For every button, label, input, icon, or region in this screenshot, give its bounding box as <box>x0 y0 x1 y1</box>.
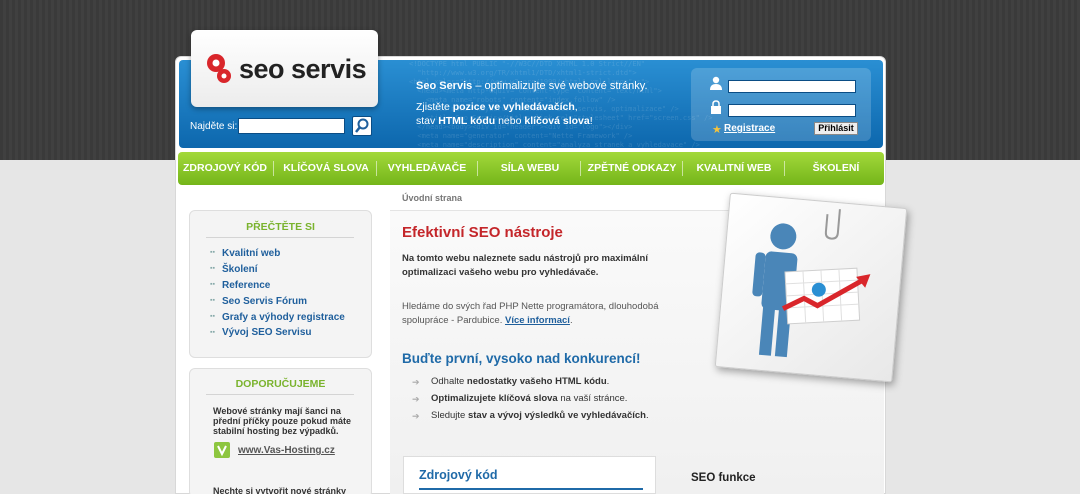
subtagline-part: ! <box>589 115 593 127</box>
sidebar-item-kvalitni-web[interactable]: Kvalitní web <box>222 248 280 259</box>
logo[interactable]: seo servis <box>191 30 378 107</box>
search-icon <box>355 118 369 133</box>
feature-part: . <box>645 410 649 421</box>
nav-separator <box>477 161 478 176</box>
hosting-logo-icon <box>214 442 230 458</box>
recommend-text: Webové stránky mají šanci na přední příč… <box>213 406 352 436</box>
nav-separator <box>682 161 683 176</box>
arrow-icon: ➔ <box>412 394 420 404</box>
subtagline-part: , <box>574 101 578 113</box>
recommend-text-2: Nechte si vytvořit nové stránky <box>213 486 347 494</box>
breadcrumb[interactable]: Úvodní strana <box>402 193 462 203</box>
feature-item: Optimalizujete klíčová slova na vaší str… <box>431 393 627 404</box>
nav-separator <box>580 161 581 176</box>
feature-part: na vaší stránce. <box>557 393 628 404</box>
lock-icon <box>711 100 721 114</box>
arrow-icon: ➔ <box>412 411 420 421</box>
nav-item-zdrojovy-kod[interactable]: ZDROJOVÝ KÓD <box>180 152 270 185</box>
hosting-link[interactable]: www.Vas-Hosting.cz <box>238 445 335 456</box>
seo-growth-illustration <box>752 209 871 358</box>
nav-separator <box>273 161 274 176</box>
section-subtitle: Buďte první, vysoko nad konkurencí! <box>402 351 641 366</box>
hiring-notice: Hledáme do svých řad PHP Nette programát… <box>402 300 672 328</box>
sidebar-recommend-title: DOPORUČUJEME <box>235 378 326 390</box>
sidebar-item-forum[interactable]: Seo Servis Fórum <box>222 296 307 307</box>
star-icon: ★ <box>712 124 722 136</box>
user-icon <box>710 76 722 90</box>
bullet-icon: ▪▪ <box>210 265 215 272</box>
subtagline-strong: HTML kódu <box>438 115 496 127</box>
bullet-icon: ▪▪ <box>210 329 215 336</box>
password-input[interactable] <box>728 104 856 117</box>
logo-mark-icon <box>207 54 231 83</box>
sidebar-read-title: PŘEČTĚTE SI <box>246 221 315 233</box>
source-code-box-title[interactable]: Zdrojový kód <box>419 468 497 482</box>
feature-item: Sledujte stav a vývoj výsledků ve vyhled… <box>431 410 649 421</box>
bullet-icon: ▪▪ <box>210 249 215 256</box>
header-tagline: Seo Servis – optimalizujte své webové st… <box>416 80 648 92</box>
register-link[interactable]: Registrace <box>724 123 775 134</box>
nav-separator <box>784 161 785 176</box>
sidebar-item-skoleni[interactable]: Školení <box>222 264 258 275</box>
arrow-icon: ➔ <box>412 377 420 387</box>
header-subtagline: Zjistěte pozice ve vyhledávačích, stav H… <box>416 100 593 128</box>
nav-item-skoleni[interactable]: ŠKOLENÍ <box>790 152 882 185</box>
page-title: Efektivní SEO nástroje <box>402 224 563 241</box>
feature-item: Odhalte nedostatky vašeho HTML kódu. <box>431 376 609 387</box>
nav-item-kvalitni-web[interactable]: KVALITNÍ WEB <box>686 152 782 185</box>
subtagline-part: Zjistěte <box>416 101 453 113</box>
subtagline-part: stav <box>416 115 439 127</box>
sidebar-item-grafy[interactable]: Grafy a výhody registrace <box>222 312 345 323</box>
bullet-icon: ▪▪ <box>210 281 215 288</box>
tagline-strong: Seo Servis <box>416 80 473 92</box>
username-input[interactable] <box>728 80 856 93</box>
login-button[interactable]: Přihlásit <box>814 122 858 135</box>
feature-strong: Optimalizujete klíčová slova <box>431 393 558 404</box>
subtagline-strong: klíčová slova <box>524 115 590 127</box>
subtagline-part: nebo <box>495 115 525 127</box>
sidebar-divider <box>206 394 354 395</box>
subtagline-strong: pozice ve vyhledávačích <box>452 101 575 113</box>
nav-item-vyhledavace[interactable]: VYHLEDÁVAČE <box>380 152 474 185</box>
nav-separator <box>376 161 377 176</box>
search-label: Najděte si: <box>190 121 238 132</box>
search-button[interactable] <box>352 116 372 136</box>
logo-text: seo servis <box>239 54 367 84</box>
sidebar-item-vyvoj[interactable]: Vývoj SEO Servisu <box>222 327 312 338</box>
sidebar-item-reference[interactable]: Reference <box>222 280 270 291</box>
intro-text: Na tomto webu naleznete sadu nástrojů pr… <box>402 253 648 278</box>
seo-functions-heading: SEO funkce <box>691 472 756 484</box>
feature-strong: stav a vývoj výsledků ve vyhledávačích <box>467 410 646 421</box>
bullet-icon: ▪▪ <box>210 297 215 304</box>
feature-part: . <box>606 376 610 387</box>
feature-part: Sledujte <box>431 410 468 421</box>
feature-strong: nedostatky vašeho HTML kódu <box>466 376 607 387</box>
hiring-more-link[interactable]: Více informací <box>505 315 570 326</box>
bullet-icon: ▪▪ <box>210 313 215 320</box>
search-input[interactable] <box>238 118 345 134</box>
nav-item-sila-webu[interactable]: SÍLA WEBU <box>482 152 578 185</box>
nav-item-zpetne-odkazy[interactable]: ZPĚTNÉ ODKAZY <box>584 152 680 185</box>
hero-illustration <box>714 192 908 383</box>
nav-item-klicova-slova[interactable]: KLÍČOVÁ SLOVA <box>278 152 374 185</box>
tagline-rest: – optimalizujte své webové stránky. <box>472 80 648 92</box>
hiring-period: . <box>569 315 573 326</box>
source-code-box-divider <box>419 488 643 490</box>
sidebar-divider <box>206 237 354 238</box>
feature-part: Odhalte <box>431 376 467 387</box>
